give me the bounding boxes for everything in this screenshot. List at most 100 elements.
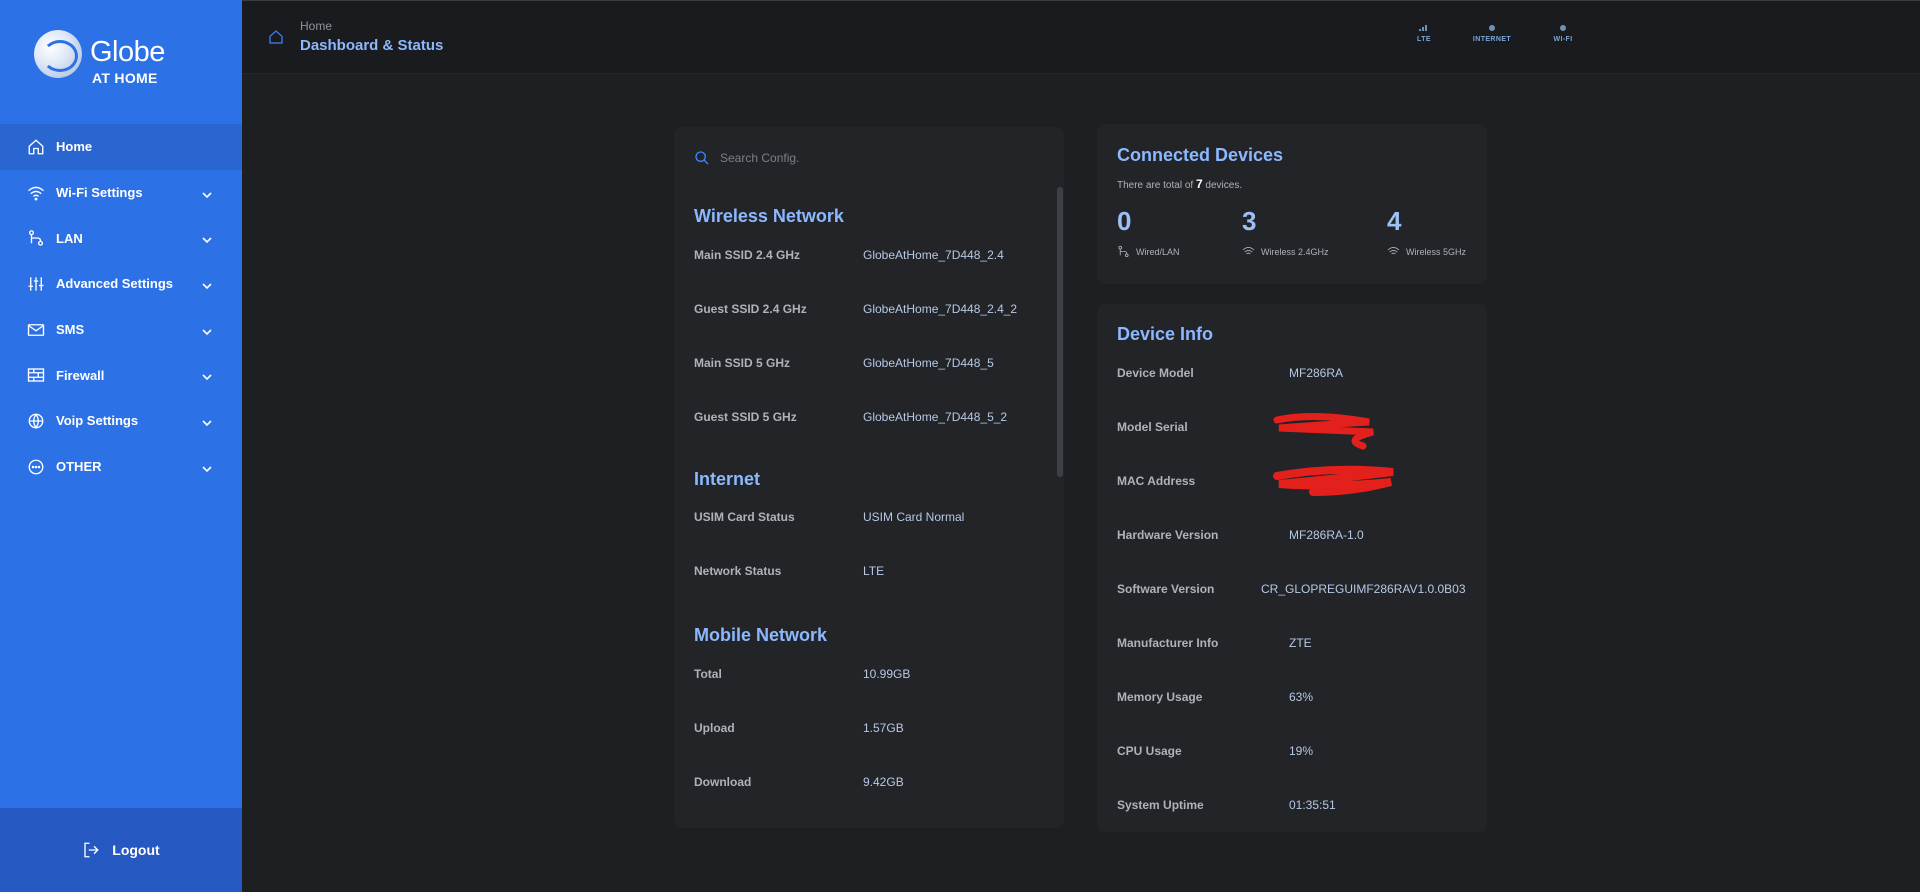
mail-icon <box>26 320 46 340</box>
wireless-24-label-row: Wireless 2.4GHz <box>1242 245 1362 258</box>
sidebar-item-label: LAN <box>56 230 83 246</box>
chevron-down-icon <box>202 370 212 385</box>
chevron-down-icon <box>202 325 212 340</box>
wireless-5-count: 4 <box>1387 206 1402 236</box>
sidebar-item-label: Voip Settings <box>56 413 139 429</box>
breadcrumb[interactable]: Home <box>300 19 332 33</box>
globe-logo[interactable]: Globe AT HOME <box>34 28 214 88</box>
firewall-icon <box>26 365 46 385</box>
row-label: USIM Card Status <box>694 510 795 524</box>
row-label: Main SSID 2.4 GHz <box>694 248 801 262</box>
search-icon <box>695 151 709 165</box>
device-info-card: Device Info Device Model MF286RA Model Se… <box>1097 304 1487 832</box>
row-label: Upload <box>694 721 735 735</box>
wireless-5-label-row: Wireless 5GHz <box>1387 245 1507 258</box>
wireless-5-count-block[interactable]: 4 Wireless 5GHz <box>1387 206 1507 258</box>
status-dot-icon <box>1489 25 1495 31</box>
sidebar-item-home[interactable]: Home <box>0 124 242 170</box>
row-label: Model Serial <box>1117 420 1188 434</box>
connected-devices-title: Connected Devices <box>1117 145 1284 165</box>
chevron-down-icon <box>202 279 212 294</box>
redaction-scribble-serial <box>1273 412 1374 450</box>
connected-devices-card: Connected Devices There are total of 7 d… <box>1097 124 1487 284</box>
row-label: Software Version <box>1117 582 1215 596</box>
wireless-24-label: Wireless 2.4GHz <box>1261 246 1329 257</box>
scrollbar[interactable] <box>1056 187 1064 487</box>
chevron-down-icon <box>202 462 212 477</box>
search-bar[interactable] <box>694 147 1034 169</box>
row-label: Guest SSID 2.4 GHz <box>694 302 807 316</box>
brand-sub: AT HOME <box>92 70 158 86</box>
row-label: Download <box>694 775 752 789</box>
sidebar: Globe AT HOME Home Wi-Fi Settings LAN Ad… <box>0 0 242 892</box>
globe-icon <box>34 30 82 78</box>
wired-label-row: Wired/LAN <box>1117 245 1237 258</box>
sidebar-item-voip-settings[interactable]: Voip Settings <box>0 398 242 444</box>
total-devices-count: 7 <box>1195 177 1203 191</box>
chevron-down-icon <box>202 233 212 248</box>
lte-label: LTE <box>1417 36 1431 43</box>
sidebar-item-label: SMS <box>56 322 85 338</box>
sidebar-item-label: Home <box>56 139 93 155</box>
sidebar-item-label: OTHER <box>56 459 102 475</box>
wired-lan-icon <box>1118 245 1129 258</box>
scrollbar-thumb[interactable] <box>1057 187 1063 477</box>
page-title: Dashboard & Status <box>300 37 444 54</box>
wireless-24-count: 3 <box>1242 206 1257 236</box>
row-value: CR_GLOPREGUIMF286RAV1.0.0B03 <box>1261 582 1466 596</box>
row-value: 01:35:51 <box>1289 798 1336 812</box>
device-info-title: Device Info <box>1117 324 1214 344</box>
internet-title: Internet <box>694 469 761 489</box>
row-value: MF286RA <box>1289 366 1344 380</box>
internet-indicator: INTERNET <box>1467 25 1517 43</box>
row-value: GlobeAtHome_7D448_2.4_2 <box>863 302 1018 316</box>
row-label: Manufacturer Info <box>1117 636 1219 650</box>
wifi-indicator: WI-FI <box>1538 25 1588 43</box>
connected-devices-summary: There are total of 7 devices. <box>1117 177 1242 191</box>
row-value: 63% <box>1289 690 1314 704</box>
summary-suffix: devices. <box>1205 180 1243 191</box>
mobile-network-title: Mobile Network <box>694 625 828 645</box>
redaction-scribble-mac <box>1273 465 1394 496</box>
row-label: Guest SSID 5 GHz <box>694 410 797 424</box>
wireless-network-title: Wireless Network <box>694 206 844 226</box>
chevron-down-icon <box>202 188 212 203</box>
home-icon[interactable] <box>268 29 284 50</box>
logout-icon <box>84 842 99 858</box>
sidebar-item-lan[interactable]: LAN <box>0 215 242 261</box>
lte-indicator: LTE <box>1399 25 1449 43</box>
row-value: GlobeAtHome_7D448_5 <box>863 356 994 370</box>
lan-icon <box>26 228 46 248</box>
wifi-icon <box>26 183 46 203</box>
search-input[interactable] <box>720 151 1020 165</box>
wired-count-block[interactable]: 0 Wired/LAN <box>1117 206 1237 258</box>
wifi-label: WI-FI <box>1553 36 1573 43</box>
row-value: MF286RA-1.0 <box>1289 528 1364 542</box>
more-icon <box>26 457 46 477</box>
top-header: Home Dashboard & Status LTE INTERNET WI-… <box>242 0 1920 74</box>
sidebar-item-sms[interactable]: SMS <box>0 307 242 353</box>
row-value: ZTE <box>1289 636 1312 650</box>
brand-name: Globe <box>90 36 165 68</box>
row-label: System Uptime <box>1117 798 1204 812</box>
sidebar-item-other[interactable]: OTHER <box>0 444 242 490</box>
wireless-5-label: Wireless 5GHz <box>1406 246 1467 257</box>
wired-label: Wired/LAN <box>1136 246 1180 257</box>
sidebar-item-advanced-settings[interactable]: Advanced Settings <box>0 261 242 307</box>
row-label: Total <box>694 667 722 681</box>
row-value: 1.57GB <box>863 721 904 735</box>
logout-button[interactable]: Logout <box>0 808 242 892</box>
row-value: LTE <box>863 564 885 578</box>
sidebar-item-wifi-settings[interactable]: Wi-Fi Settings <box>0 170 242 216</box>
row-value: 10.99GB <box>863 667 911 681</box>
home-icon <box>26 137 46 157</box>
sidebar-item-label: Wi-Fi Settings <box>56 185 143 201</box>
sidebar-item-firewall[interactable]: Firewall <box>0 352 242 398</box>
wireless-24-count-block[interactable]: 3 Wireless 2.4GHz <box>1242 206 1362 258</box>
row-label: CPU Usage <box>1117 744 1182 758</box>
signal-bars-icon <box>1419 25 1429 31</box>
wifi-icon <box>1242 247 1255 255</box>
wired-count: 0 <box>1117 206 1132 236</box>
sidebar-nav: Home Wi-Fi Settings LAN Advanced Setting… <box>0 124 242 490</box>
logout-label: Logout <box>112 842 160 858</box>
